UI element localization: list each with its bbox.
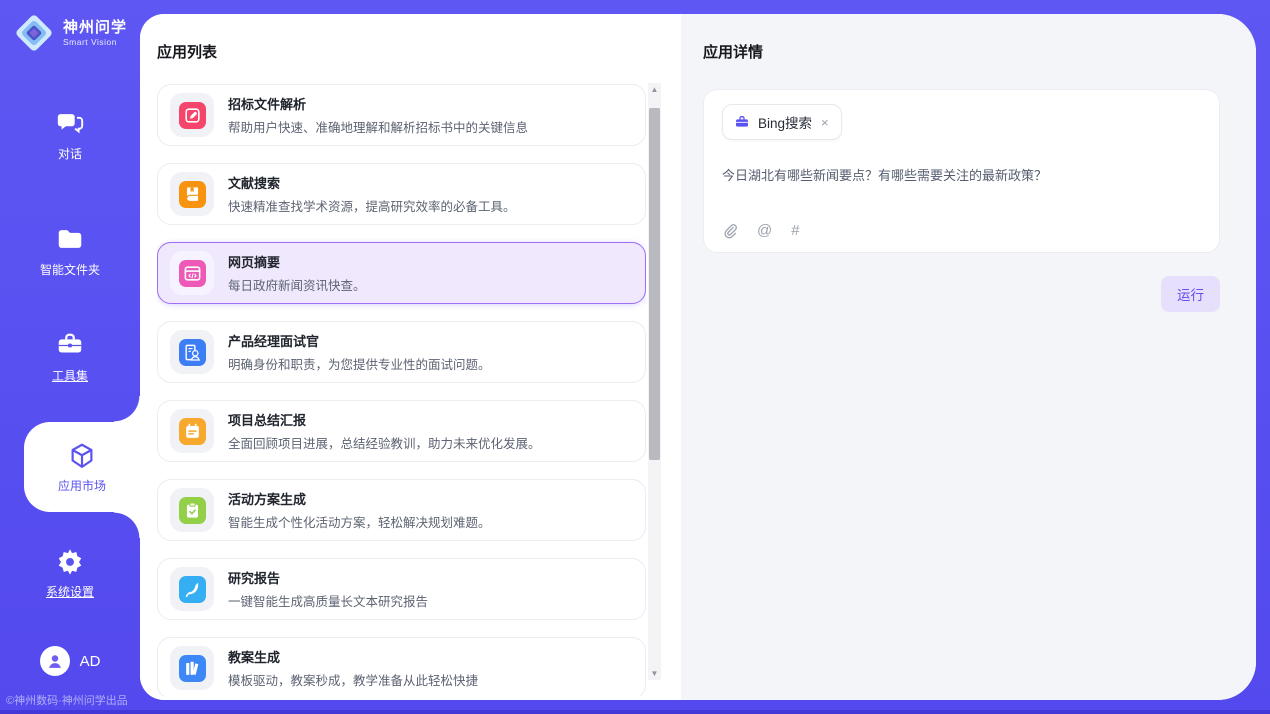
browser-code-icon [179, 260, 206, 287]
sidebar-item-settings[interactable]: 系统设置 [0, 546, 140, 600]
app-list-title: 应用列表 [157, 41, 681, 62]
app-card[interactable]: 招标文件解析帮助用户快速、准确地理解和解析招标书中的关键信息 [157, 84, 646, 146]
app-card-title: 招标文件解析 [228, 94, 528, 113]
run-row: 运行 [703, 276, 1220, 312]
mention-icon[interactable]: @ [757, 222, 772, 239]
brand-logo: 神州问学 Smart Vision [0, 12, 140, 54]
app-card-title: 项目总结汇报 [228, 410, 541, 429]
sidebar-item-smart-folder[interactable]: 智能文件夹 [0, 224, 140, 278]
app-icon-box [170, 646, 214, 690]
gear-icon [55, 546, 85, 576]
app-icon-box [170, 93, 214, 137]
scroll-down-icon[interactable]: ▼ [648, 667, 661, 680]
books-icon [179, 655, 206, 682]
folder-icon [55, 224, 85, 254]
user-avatar-icon [40, 646, 70, 676]
content-area: 应用列表 招标文件解析帮助用户快速、准确地理解和解析招标书中的关键信息文献搜索快… [140, 14, 1256, 700]
doc-edit-icon [179, 102, 206, 129]
app-card[interactable]: 文献搜索快速精准查找学术资源，提高研究效率的必备工具。 [157, 163, 646, 225]
sidebar-item-chat[interactable]: 对话 [0, 108, 140, 162]
app-list-panel: 应用列表 招标文件解析帮助用户快速、准确地理解和解析招标书中的关键信息文献搜索快… [140, 14, 681, 700]
sidebar-item-label: 对话 [58, 145, 82, 162]
tool-tag-label: Bing搜索 [758, 112, 812, 132]
app-icon-box [170, 567, 214, 611]
run-button[interactable]: 运行 [1161, 276, 1220, 312]
interviewer-icon [179, 339, 206, 366]
paperclip-icon[interactable] [722, 223, 738, 239]
user-account[interactable]: AD [0, 646, 140, 676]
sidebar-item-label: 智能文件夹 [40, 261, 100, 278]
app-card-title: 研究报告 [228, 568, 428, 587]
sidebar-item-label: 应用市场 [58, 477, 106, 494]
briefcase-icon [734, 114, 750, 130]
research-icon [179, 576, 206, 603]
app-card-desc: 全面回顾项目进展，总结经验教训，助力未来优化发展。 [228, 433, 541, 452]
editor-actions: @ # [722, 222, 800, 239]
brand-name: 神州问学 [63, 19, 127, 36]
app-card-desc: 智能生成个性化活动方案，轻松解决规划难题。 [228, 512, 491, 531]
app-card[interactable]: 活动方案生成智能生成个性化活动方案，轻松解决规划难题。 [157, 479, 646, 541]
app-icon-box [170, 330, 214, 374]
scroll-up-icon[interactable]: ▲ [648, 83, 661, 96]
tab-curve-top [114, 396, 140, 422]
app-card[interactable]: 产品经理面试官明确身份和职责，为您提供专业性的面试问题。 [157, 321, 646, 383]
chat-icon [55, 108, 85, 138]
app-card-desc: 模板驱动，教案秒成，教学准备从此轻松快捷 [228, 670, 478, 689]
app-detail-panel: 应用详情 Bing搜索 × 今日湖北有哪些新闻要点？有哪些需要关注的最新政策？ … [681, 14, 1256, 700]
app-card[interactable]: 教案生成模板驱动，教案秒成，教学准备从此轻松快捷 [157, 637, 646, 696]
app-card[interactable]: 网页摘要每日政府新闻资讯快查。 [157, 242, 646, 304]
close-icon[interactable]: × [820, 116, 830, 129]
cube-icon [67, 441, 97, 471]
app-icon-box [170, 488, 214, 532]
scrollbar[interactable]: ▲ ▼ [648, 83, 661, 680]
app-card-title: 文献搜索 [228, 173, 516, 192]
bottom-stripe [0, 710, 1270, 714]
calendar-icon [179, 418, 206, 445]
scrollbar-thumb[interactable] [649, 108, 660, 460]
copyright-footer: ©神州数码·神州问学出品 [6, 692, 128, 708]
sidebar-item-label: 系统设置 [46, 583, 94, 600]
app-card-desc: 明确身份和职责，为您提供专业性的面试问题。 [228, 354, 491, 373]
app-card-desc: 一键智能生成高质量长文本研究报告 [228, 591, 428, 610]
sidebar-item-toolset[interactable]: 工具集 [0, 330, 140, 384]
app-card[interactable]: 研究报告一键智能生成高质量长文本研究报告 [157, 558, 646, 620]
app-card-desc: 每日政府新闻资讯快查。 [228, 275, 366, 294]
app-card-title: 活动方案生成 [228, 489, 491, 508]
app-card[interactable]: 项目总结汇报全面回顾项目进展，总结经验教训，助力未来优化发展。 [157, 400, 646, 462]
sidebar-item-label: 工具集 [52, 367, 88, 384]
user-initials: AD [80, 653, 101, 670]
app-icon-box [170, 172, 214, 216]
app-card-title: 网页摘要 [228, 252, 366, 271]
app-card-desc: 帮助用户快速、准确地理解和解析招标书中的关键信息 [228, 117, 528, 136]
diamond-logo-icon [13, 12, 55, 54]
query-text[interactable]: 今日湖北有哪些新闻要点？有哪些需要关注的最新政策？ [722, 165, 1201, 184]
app-icon-box [170, 251, 214, 295]
clipboard-icon [179, 497, 206, 524]
sidebar-item-app-market[interactable]: 应用市场 [24, 422, 140, 512]
topic-hash-icon[interactable]: # [791, 222, 799, 239]
brand-tagline: Smart Vision [63, 37, 127, 47]
app-card-title: 教案生成 [228, 647, 478, 666]
app-detail-title: 应用详情 [703, 41, 1220, 62]
toolbox-icon [55, 330, 85, 360]
app-card-desc: 快速精准查找学术资源，提高研究效率的必备工具。 [228, 196, 516, 215]
tab-curve-bottom [114, 512, 140, 538]
app-card-title: 产品经理面试官 [228, 331, 491, 350]
app-cards: 招标文件解析帮助用户快速、准确地理解和解析招标书中的关键信息文献搜索快速精准查找… [157, 84, 646, 696]
app-icon-box [170, 409, 214, 453]
tool-tag-bing[interactable]: Bing搜索 × [722, 104, 842, 140]
sidebar: 神州问学 Smart Vision 对话智能文件夹工具集应用市场系统设置 AD … [0, 0, 140, 714]
scrollbar-track[interactable] [648, 96, 661, 667]
book-icon [179, 181, 206, 208]
prompt-editor[interactable]: Bing搜索 × 今日湖北有哪些新闻要点？有哪些需要关注的最新政策？ @ # [703, 89, 1220, 253]
